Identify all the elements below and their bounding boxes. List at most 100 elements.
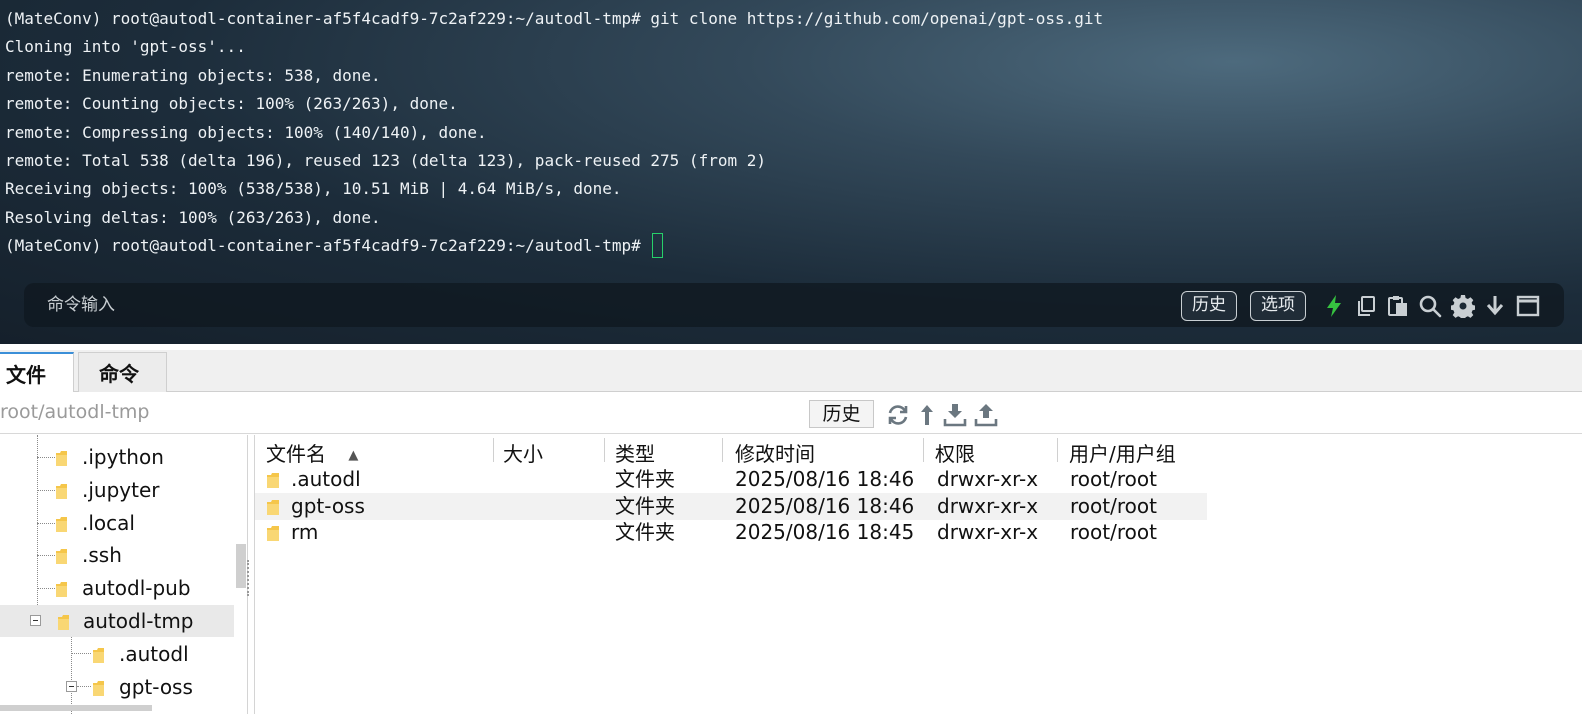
tree-item-ssh[interactable]: .ssh xyxy=(55,539,235,571)
column-header-size[interactable]: 大小 xyxy=(503,439,543,469)
tree-connector xyxy=(37,555,55,556)
cell-permissions: drwxr-xr-x xyxy=(937,467,1039,491)
cell-type: 文件夹 xyxy=(615,467,675,491)
cell-name: rm xyxy=(291,520,319,544)
tree-horizontal-scrollbar[interactable] xyxy=(0,705,152,711)
tree-item-label: .jupyter xyxy=(82,478,160,502)
terminal-panel[interactable]: (MateConv) root@autodl-container-af5f4ca… xyxy=(0,0,1582,344)
terminal-line: Receiving objects: 100% (538/538), 10.51… xyxy=(5,179,622,199)
terminal-line: Cloning into 'gpt-oss'... xyxy=(5,37,246,57)
tree-item-local[interactable]: .local xyxy=(55,507,235,539)
tree-connector xyxy=(71,653,91,654)
collapse-toggle[interactable] xyxy=(66,681,77,692)
tree-connector xyxy=(37,457,55,458)
search-icon[interactable] xyxy=(1417,293,1443,319)
tree-item-ipython[interactable]: .ipython xyxy=(55,441,235,473)
gear-icon[interactable] xyxy=(1450,293,1476,319)
tree-item-label: .ipython xyxy=(82,445,164,469)
terminal-prompt: (MateConv) root@autodl-container-af5f4ca… xyxy=(5,236,651,256)
folder-icon xyxy=(267,500,279,515)
options-button[interactable]: 选项 xyxy=(1250,291,1306,321)
column-header-owner[interactable]: 用户/用户组 xyxy=(1069,439,1176,469)
cell-modified: 2025/08/16 18:46 xyxy=(735,467,915,491)
cell-permissions: drwxr-xr-x xyxy=(937,520,1039,544)
tree-item-label: .local xyxy=(82,511,135,535)
paste-icon[interactable] xyxy=(1385,293,1411,319)
folder-icon xyxy=(56,517,67,532)
tree-connector xyxy=(37,523,55,524)
path-input[interactable]: root/autodl-tmp xyxy=(0,401,149,423)
collapse-toggle[interactable] xyxy=(30,615,41,626)
maximize-icon[interactable] xyxy=(1515,293,1541,319)
path-bar: root/autodl-tmp 历史 xyxy=(0,393,1582,434)
table-row[interactable]: .autodl 文件夹 2025/08/16 18:46 drwxr-xr-x … xyxy=(255,466,1207,493)
refresh-icon[interactable] xyxy=(885,402,911,428)
terminal-line: Resolving deltas: 100% (263/263), done. xyxy=(5,207,381,227)
tab-bar: 文件 命令 xyxy=(0,350,1582,392)
column-separator[interactable] xyxy=(493,438,494,462)
up-directory-icon[interactable] xyxy=(914,402,940,428)
tree-item-label: gpt-oss xyxy=(119,675,193,699)
tree-item-autodl-tmp[interactable]: autodl-tmp xyxy=(0,605,234,637)
table-row[interactable]: rm 文件夹 2025/08/16 18:45 drwxr-xr-x root/… xyxy=(255,519,1207,546)
cell-name: gpt-oss xyxy=(291,494,365,518)
column-separator[interactable] xyxy=(923,438,924,462)
panel-splitter[interactable] xyxy=(768,342,814,357)
terminal-line: remote: Total 538 (delta 196), reused 12… xyxy=(5,150,766,170)
cell-type: 文件夹 xyxy=(615,520,675,544)
lightning-icon[interactable] xyxy=(1321,293,1347,319)
file-table[interactable]: 文件名 ▲ 大小 类型 修改时间 权限 用户/用户组 .autodl 文件夹 2… xyxy=(254,435,1582,714)
folder-icon xyxy=(267,473,279,488)
tree-item-autodl-pub[interactable]: autodl-pub xyxy=(55,572,235,604)
tab-commands[interactable]: 命令 xyxy=(78,352,167,392)
directory-tree[interactable]: .ipython .jupyter .local .ssh autodl-pub… xyxy=(0,435,248,714)
cell-modified: 2025/08/16 18:46 xyxy=(735,494,915,518)
folder-icon xyxy=(93,681,104,696)
folder-icon xyxy=(56,451,67,466)
cell-owner: root/root xyxy=(1070,520,1157,544)
cell-owner: root/root xyxy=(1070,494,1157,518)
column-header-type[interactable]: 类型 xyxy=(615,439,655,469)
folder-icon xyxy=(56,549,67,564)
header-label: 文件名 xyxy=(266,442,326,466)
copy-icon[interactable] xyxy=(1353,293,1379,319)
tree-item-jupyter[interactable]: .jupyter xyxy=(55,474,235,506)
column-header-modified[interactable]: 修改时间 xyxy=(735,439,815,469)
tree-item-gpt-oss[interactable]: gpt-oss xyxy=(0,671,234,703)
column-header-name[interactable]: 文件名 ▲ xyxy=(266,439,358,469)
command-history-button[interactable]: 历史 xyxy=(1181,291,1237,321)
upload-icon[interactable] xyxy=(973,402,999,428)
tree-scrollbar[interactable] xyxy=(236,544,246,588)
folder-icon xyxy=(58,615,69,630)
cell-name: .autodl xyxy=(291,467,361,491)
download-icon[interactable] xyxy=(942,402,968,428)
cell-owner: root/root xyxy=(1070,467,1157,491)
cell-modified: 2025/08/16 18:45 xyxy=(735,520,915,544)
tree-item-autodl[interactable]: .autodl xyxy=(92,638,232,670)
terminal-line: remote: Compressing objects: 100% (140/1… xyxy=(5,122,487,142)
column-separator[interactable] xyxy=(604,438,605,462)
folder-icon xyxy=(56,582,67,597)
folder-icon xyxy=(267,526,279,541)
tree-item-label: .ssh xyxy=(82,543,122,567)
tab-files[interactable]: 文件 xyxy=(0,352,74,392)
folder-icon xyxy=(56,484,67,499)
tree-item-label: autodl-tmp xyxy=(83,609,194,633)
command-input[interactable] xyxy=(24,283,1164,327)
tree-item-label: autodl-pub xyxy=(82,576,191,600)
column-separator[interactable] xyxy=(722,438,723,462)
command-bar: 历史 选项 xyxy=(24,283,1564,327)
download-arrow-icon[interactable] xyxy=(1482,293,1508,319)
tree-resize-grip[interactable] xyxy=(247,560,250,596)
path-history-button[interactable]: 历史 xyxy=(809,400,874,428)
terminal-line: (MateConv) root@autodl-container-af5f4ca… xyxy=(5,9,1104,28)
sort-ascending-icon: ▲ xyxy=(348,448,359,463)
tree-connector xyxy=(37,588,55,589)
tree-connector xyxy=(37,435,38,625)
folder-icon xyxy=(93,648,104,663)
terminal-output: (MateConv) root@autodl-container-af5f4ca… xyxy=(5,5,1103,261)
table-row[interactable]: gpt-oss 文件夹 2025/08/16 18:46 drwxr-xr-x … xyxy=(255,493,1207,520)
column-separator[interactable] xyxy=(1057,438,1058,462)
column-header-permissions[interactable]: 权限 xyxy=(935,439,975,469)
terminal-line: remote: Counting objects: 100% (263/263)… xyxy=(5,94,458,114)
